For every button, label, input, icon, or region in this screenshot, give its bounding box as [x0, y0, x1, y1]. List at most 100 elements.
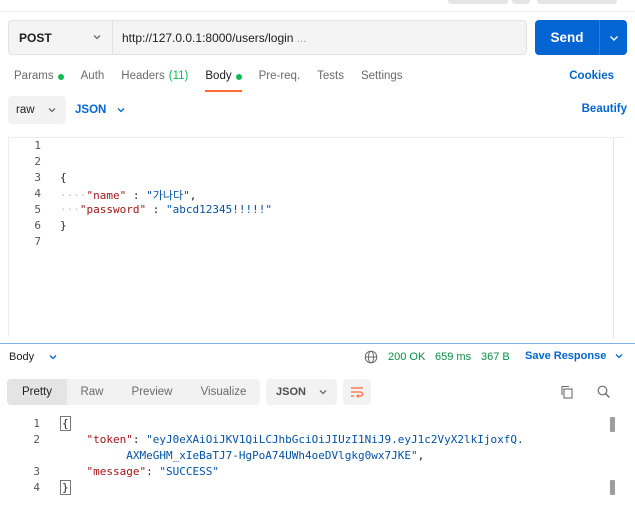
tab-params[interactable]: Params — [14, 62, 64, 92]
headers-count: (11) — [168, 70, 189, 82]
open-brace: { — [60, 171, 67, 184]
toolbar-remnant — [537, 0, 617, 4]
response-line: 1{ — [8, 416, 71, 433]
editor-line: 5 ···"password" : "abcd12345!!!!!" — [9, 203, 272, 219]
chevron-down-icon — [615, 354, 623, 359]
response-section-label: Body — [9, 351, 35, 363]
save-response-label: Save Response — [525, 350, 607, 362]
chevron-down-icon — [117, 108, 125, 113]
open-brace: { — [60, 416, 71, 431]
tab-label: Body — [205, 70, 232, 82]
line-number: 3 — [34, 171, 41, 184]
response-size[interactable]: 367 B — [481, 351, 510, 363]
send-button[interactable]: Send — [535, 20, 599, 55]
response-format-label: JSON — [276, 386, 306, 398]
response-toolbar: Pretty Raw Preview Visualize JSON — [7, 379, 627, 407]
line-number: 2 — [34, 155, 41, 168]
search-icon[interactable] — [596, 384, 612, 400]
tab-label: Pre-req. — [258, 70, 301, 82]
scroll-thumb[interactable] — [610, 417, 615, 432]
params-indicator-dot — [57, 74, 64, 80]
close-brace: } — [60, 480, 71, 495]
request-body-editor[interactable]: 1 2 3{ 4 ····"name" : "가나다", 5 ···"passwor… — [8, 137, 625, 338]
save-response-button[interactable]: Save Response — [525, 350, 624, 362]
json-value: "abcd12345!!!!!" — [165, 203, 272, 216]
tab-label: Params — [14, 70, 54, 82]
send-button-group: Send — [535, 20, 627, 55]
tab-pre-request[interactable]: Pre-req. — [259, 62, 301, 92]
url-input[interactable]: http://127.0.0.1:8000/users/login ... — [112, 20, 527, 55]
chevron-down-icon — [319, 390, 327, 395]
line-number: 6 — [34, 219, 41, 232]
response-time[interactable]: 659 ms — [435, 351, 471, 363]
body-indicator-dot — [235, 74, 242, 80]
top-toolbar-edge — [0, 0, 635, 12]
tab-headers[interactable]: Headers (11) — [121, 62, 188, 92]
pane-divider[interactable] — [0, 343, 635, 344]
response-format-select[interactable]: JSON — [266, 379, 337, 405]
response-line: 4} — [8, 480, 71, 497]
line-number: 1 — [34, 139, 41, 152]
send-options-button[interactable] — [599, 20, 627, 55]
line-number: 4 — [33, 481, 40, 494]
close-brace: } — [60, 219, 67, 232]
body-language-label: JSON — [75, 104, 107, 116]
response-status[interactable]: 200 OK — [388, 351, 425, 363]
json-separator: : — [146, 203, 166, 216]
tab-preview[interactable]: Preview — [117, 379, 187, 405]
toolbar-remnant — [512, 0, 530, 4]
http-method-select[interactable]: POST — [8, 20, 112, 55]
indent-guide: ··· — [60, 203, 80, 216]
scroll-thumb[interactable] — [610, 480, 615, 495]
tab-tests[interactable]: Tests — [317, 62, 344, 92]
tab-pretty[interactable]: Pretty — [7, 379, 67, 405]
json-value: "가나다" — [146, 189, 190, 202]
editor-line: 7 — [9, 235, 60, 251]
line-number: 7 — [34, 235, 41, 248]
editor-line: 4 ····"name" : "가나다", — [9, 187, 196, 203]
editor-line: 3{ — [9, 171, 67, 187]
cookies-link[interactable]: Cookies — [569, 70, 614, 82]
json-key: "message" — [86, 465, 147, 478]
response-line: 2 "token": "eyJ0eXAiOiJKV1QiLCJhbGciOiJI… — [8, 433, 523, 449]
line-number: 1 — [33, 417, 40, 430]
wrap-lines-icon — [351, 387, 364, 398]
tab-visualize[interactable]: Visualize — [187, 379, 260, 405]
tab-raw[interactable]: Raw — [67, 379, 117, 405]
line-number: 4 — [34, 187, 41, 200]
json-key: "token" — [86, 433, 133, 446]
response-section-select[interactable]: Body — [9, 351, 58, 363]
indent-guide: ···· — [60, 189, 87, 202]
wrap-lines-button[interactable] — [343, 379, 371, 405]
tab-settings[interactable]: Settings — [361, 62, 403, 92]
tab-label: Settings — [360, 70, 403, 82]
globe-icon[interactable] — [364, 350, 378, 364]
body-mode-label: raw — [16, 104, 35, 116]
response-body-viewer[interactable]: 1{ 2 "token": "eyJ0eXAiOiJKV1QiLCJhbGciO… — [8, 416, 625, 507]
line-number: 2 — [33, 433, 40, 446]
tab-body[interactable]: Body — [205, 62, 242, 92]
line-number: 5 — [34, 203, 41, 216]
json-separator: : — [126, 189, 147, 202]
copy-icon[interactable] — [559, 384, 575, 400]
chevron-down-icon — [609, 35, 618, 41]
json-key: "password" — [79, 203, 147, 216]
beautify-button[interactable]: Beautify — [582, 103, 627, 115]
body-options-row: raw JSON Beautify — [8, 96, 627, 124]
chevron-down-icon — [48, 108, 56, 113]
body-language-select[interactable]: JSON — [75, 96, 126, 124]
response-line-wrapped: AXMeGHM_xIeBaTJ7-HgPoA74UWh4oeDVlgkg0wx7… — [8, 449, 424, 465]
json-value: "SUCCESS" — [159, 465, 219, 478]
http-method-label: POST — [19, 30, 52, 45]
line-number: 3 — [33, 465, 40, 478]
response-line: 3 "message": "SUCCESS" — [8, 465, 219, 481]
tab-auth[interactable]: Auth — [81, 62, 105, 92]
json-key: "name" — [86, 189, 127, 202]
response-scrollbar[interactable] — [609, 417, 615, 497]
chevron-down-icon — [49, 355, 57, 360]
editor-line: 1 — [9, 139, 60, 155]
json-trail: , — [417, 449, 425, 462]
editor-scrollbar[interactable] — [613, 138, 625, 338]
url-overflow: ... — [296, 30, 307, 45]
body-mode-select[interactable]: raw — [8, 96, 66, 124]
